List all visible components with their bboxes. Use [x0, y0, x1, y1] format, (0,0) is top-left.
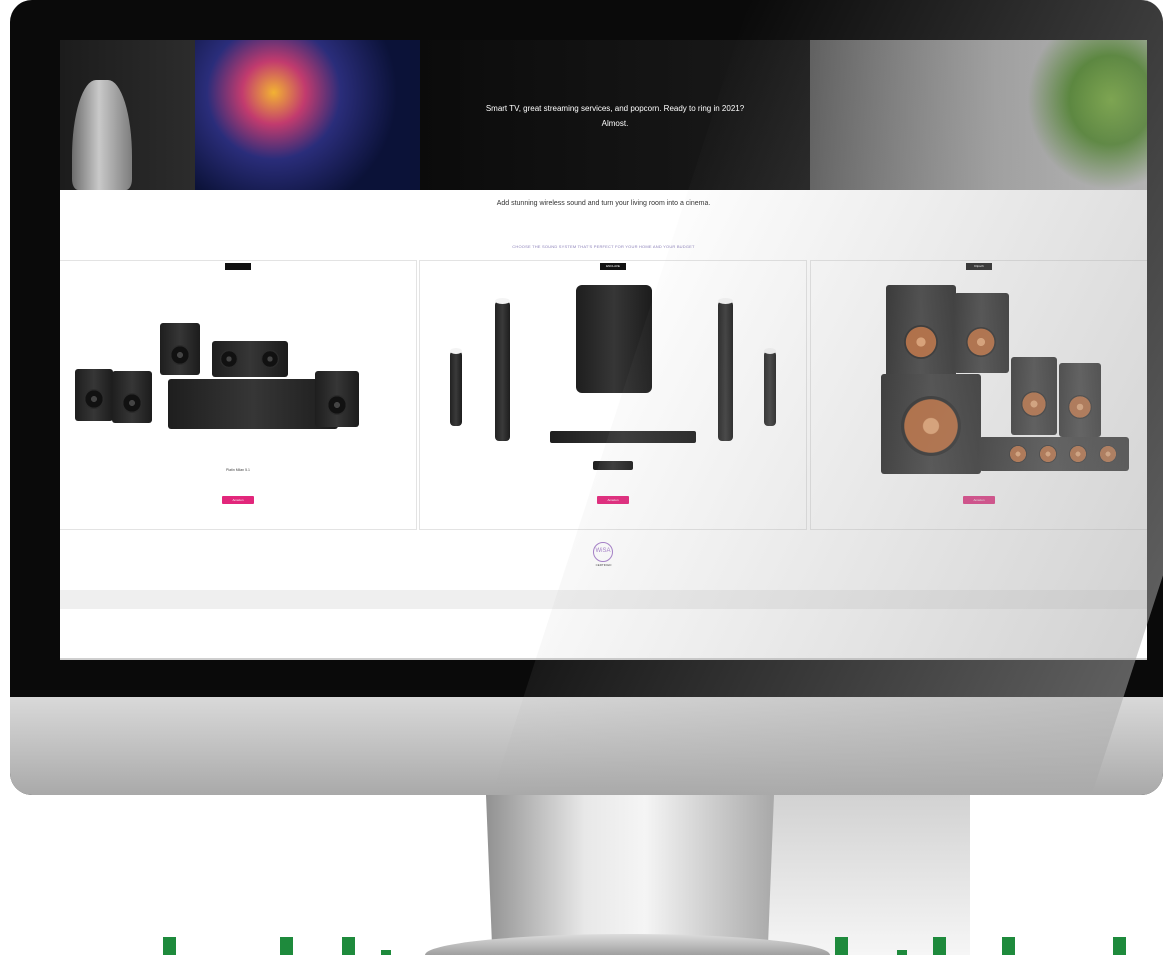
- amazon-button[interactable]: Amazon: [222, 496, 254, 504]
- intro-title: Add stunning wireless sound and turn you…: [496, 200, 711, 207]
- subwoofer: [881, 374, 981, 474]
- surround-left-speaker: [1011, 357, 1057, 435]
- hero-banner: Smart TV, great streaming services, and …: [60, 40, 1147, 190]
- fireworks-image: [195, 40, 420, 190]
- vase-image: [72, 80, 132, 190]
- center-speaker: [979, 437, 1129, 471]
- green-mark: [381, 950, 391, 955]
- product-name: Platin Milan 5.1: [226, 468, 250, 472]
- certified-label: CERTIFIED: [595, 563, 612, 567]
- hero-subheadline: Almost.: [601, 119, 629, 128]
- hero-headline: Smart TV, great streaming services, and …: [485, 104, 745, 113]
- green-mark: [342, 937, 355, 955]
- brand-badge: [225, 263, 251, 270]
- product-image-platin: [70, 279, 406, 464]
- hero-center-panel: [420, 40, 810, 190]
- tower-left-speaker: [886, 285, 956, 385]
- brand-badge: ENCLAVE: [600, 263, 626, 270]
- web-page: Smart TV, great streaming services, and …: [60, 40, 1147, 660]
- center-soundbar: [550, 431, 696, 443]
- product-card: ENCLAVE Amazon: [419, 260, 807, 530]
- green-mark: [280, 937, 293, 955]
- amazon-button[interactable]: Amazon: [963, 496, 995, 504]
- hero-left-panel: [60, 40, 195, 190]
- subwoofer: [576, 285, 652, 393]
- wisa-logo: WiSA: [593, 542, 613, 562]
- product-image-enclave: [430, 279, 796, 470]
- green-mark: [1002, 937, 1015, 955]
- green-mark: [835, 937, 848, 955]
- speaker-right: [315, 371, 359, 427]
- tower-left: [495, 298, 510, 441]
- wireless-hub: [593, 461, 633, 470]
- surround-right-speaker: [1059, 363, 1101, 437]
- speaker-top: [160, 323, 200, 375]
- product-card: Klipsch Amazon: [810, 260, 1147, 530]
- choose-system-link[interactable]: CHOOSE THE SOUND SYSTEM THAT'S PERFECT F…: [60, 244, 1147, 249]
- tower-right-speaker: [954, 293, 1009, 373]
- screen-divider: [60, 658, 1147, 660]
- green-mark: [163, 937, 176, 955]
- speaker-left-front: [112, 371, 152, 423]
- speaker-left: [75, 369, 113, 421]
- green-mark: [897, 950, 907, 955]
- plant-image: [1027, 40, 1147, 190]
- amazon-button[interactable]: Amazon: [597, 496, 629, 504]
- surround-right: [764, 348, 776, 426]
- center-speaker: [212, 341, 288, 377]
- hero-right-panel: [810, 40, 1147, 190]
- surround-left: [450, 348, 462, 426]
- product-card: Platin Milan 5.1 Amazon: [60, 260, 417, 530]
- green-mark: [933, 937, 946, 955]
- product-image-klipsch: [821, 279, 1137, 474]
- monitor-stand: [486, 795, 774, 945]
- monitor-chin: [10, 697, 1163, 795]
- green-mark: [1113, 937, 1126, 955]
- monitor-bezel: Smart TV, great streaming services, and …: [10, 0, 1163, 795]
- brand-badge: Klipsch: [966, 263, 992, 270]
- page-footer: [60, 590, 1147, 609]
- subwoofer: [168, 379, 338, 429]
- monitor-mockup: Smart TV, great streaming services, and …: [0, 0, 1163, 955]
- tower-right: [718, 298, 733, 441]
